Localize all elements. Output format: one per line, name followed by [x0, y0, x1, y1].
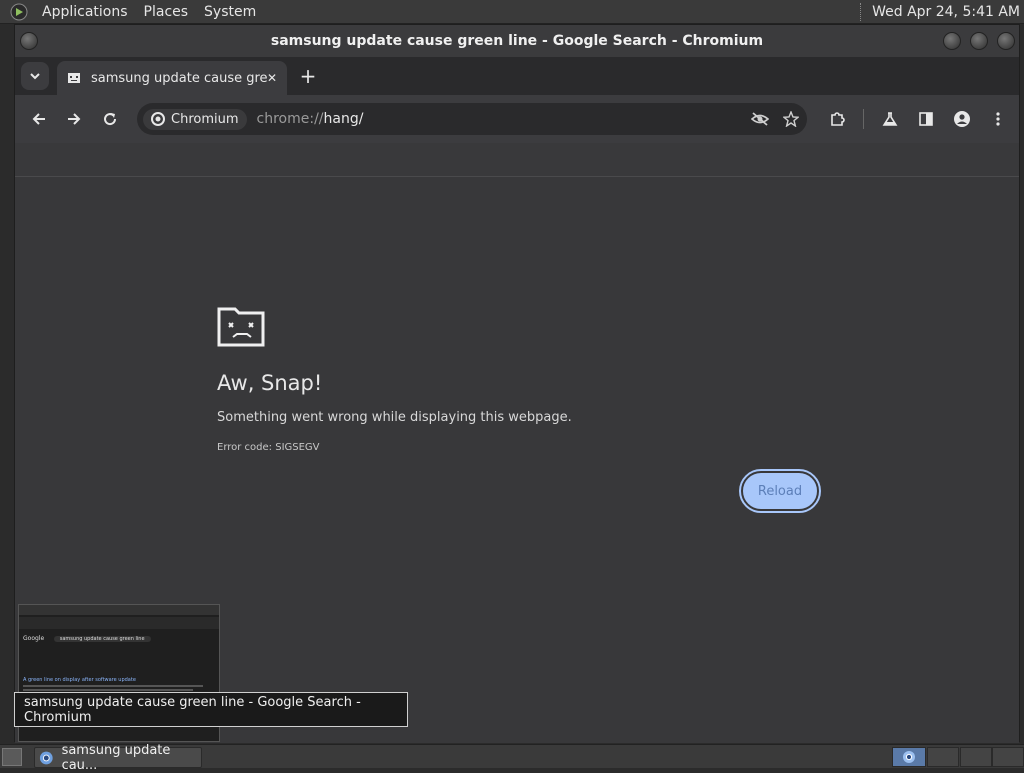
side-panel-icon	[919, 112, 933, 126]
panel-menu: Applications Places System	[0, 0, 264, 24]
show-desktop-icon[interactable]	[2, 748, 22, 766]
top-panel: Applications Places System Wed Apr 24, 5…	[0, 0, 1024, 24]
workspace-2[interactable]	[927, 747, 959, 767]
plus-icon: +	[299, 64, 317, 88]
address-bar[interactable]: Chromium chrome://hang/	[137, 103, 807, 135]
refresh-icon	[104, 113, 117, 126]
bottom-panel: samsung update cau...	[0, 743, 1024, 773]
arrow-left-icon	[32, 113, 45, 125]
menu-button[interactable]	[982, 103, 1014, 135]
url-scheme: chrome://	[256, 111, 324, 127]
workspace-1[interactable]	[892, 747, 926, 767]
toolbar-right	[821, 103, 1014, 135]
flask-icon	[882, 112, 898, 126]
gnome-foot-icon[interactable]	[8, 1, 30, 23]
error-code: Error code: SIGSEGV	[217, 442, 320, 453]
extensions-button[interactable]	[821, 103, 853, 135]
preview-search-text: samsung update cause green line	[53, 636, 151, 642]
maximize-button[interactable]	[970, 32, 988, 50]
url-text: chrome://hang/	[257, 111, 364, 127]
sad-tab-icon	[217, 307, 265, 347]
content-divider	[15, 176, 1019, 177]
reload-button[interactable]: Reload	[739, 469, 821, 513]
omnibox-actions	[751, 103, 799, 135]
site-chip-label: Chromium	[171, 111, 239, 127]
window-title: samsung update cause green line - Google…	[270, 33, 764, 49]
window-titlebar[interactable]: samsung update cause green line - Google…	[15, 25, 1019, 57]
workspace-4[interactable]	[992, 747, 1024, 767]
preview-toolbar	[19, 617, 219, 629]
tab-close-icon[interactable]: ✕	[267, 71, 277, 85]
back-button[interactable]	[23, 103, 55, 135]
url-path: hang/	[323, 111, 364, 127]
new-tab-button[interactable]: +	[297, 65, 319, 87]
taskbar-window-label: samsung update cau...	[61, 742, 171, 773]
chromium-icon	[903, 751, 915, 763]
arrow-right-icon	[68, 113, 81, 125]
preview-result-title: A green line on display after software u…	[23, 677, 136, 683]
chevron-down-icon	[30, 73, 40, 80]
chromium-icon	[39, 751, 53, 764]
workspace-3[interactable]	[960, 747, 992, 767]
close-window-button[interactable]	[997, 32, 1015, 50]
profile-button[interactable]	[946, 103, 978, 135]
eye-off-icon[interactable]	[751, 111, 769, 127]
window-menu-button[interactable]	[20, 32, 38, 50]
tab-title: samsung update cause green line - Google…	[91, 70, 267, 86]
forward-button[interactable]	[58, 103, 90, 135]
preview-snippet	[23, 689, 193, 691]
preview-search-row: Google samsung update cause green line	[23, 635, 151, 643]
preview-google-logo: Google	[23, 635, 45, 642]
toolbar-separator	[863, 109, 864, 129]
sad-page-favicon-icon	[68, 73, 80, 83]
avatar-icon	[954, 111, 970, 127]
clock[interactable]: Wed Apr 24, 5:41 AM	[872, 4, 1024, 20]
tab-search-button[interactable]	[21, 62, 49, 90]
tab-active[interactable]: samsung update cause green line - Google…	[57, 61, 287, 95]
preview-snippet	[23, 685, 203, 687]
site-info-chip[interactable]: Chromium	[143, 108, 247, 130]
tab-strip: samsung update cause green line - Google…	[15, 57, 1019, 95]
error-description: Something went wrong while displaying th…	[217, 410, 572, 425]
applications-menu[interactable]: Applications	[34, 0, 136, 24]
chromium-logo-icon	[151, 112, 165, 126]
taskbar-tooltip: samsung update cause green line - Google…	[14, 692, 408, 727]
star-icon[interactable]	[783, 111, 799, 127]
taskbar-window-button[interactable]: samsung update cau...	[34, 743, 202, 773]
panel-handle	[860, 2, 864, 21]
minimize-button[interactable]	[943, 32, 961, 50]
system-menu[interactable]: System	[196, 0, 264, 24]
error-title: Aw, Snap!	[217, 371, 323, 395]
puzzle-icon	[831, 112, 845, 126]
reload-toolbar-button[interactable]	[94, 103, 126, 135]
kebab-menu-icon	[996, 112, 1000, 126]
preview-tabstrip	[19, 605, 219, 615]
places-menu[interactable]: Places	[136, 0, 197, 24]
browser-toolbar: Chromium chrome://hang/	[15, 95, 1019, 143]
labs-button[interactable]	[874, 103, 906, 135]
side-panel-button[interactable]	[910, 103, 942, 135]
